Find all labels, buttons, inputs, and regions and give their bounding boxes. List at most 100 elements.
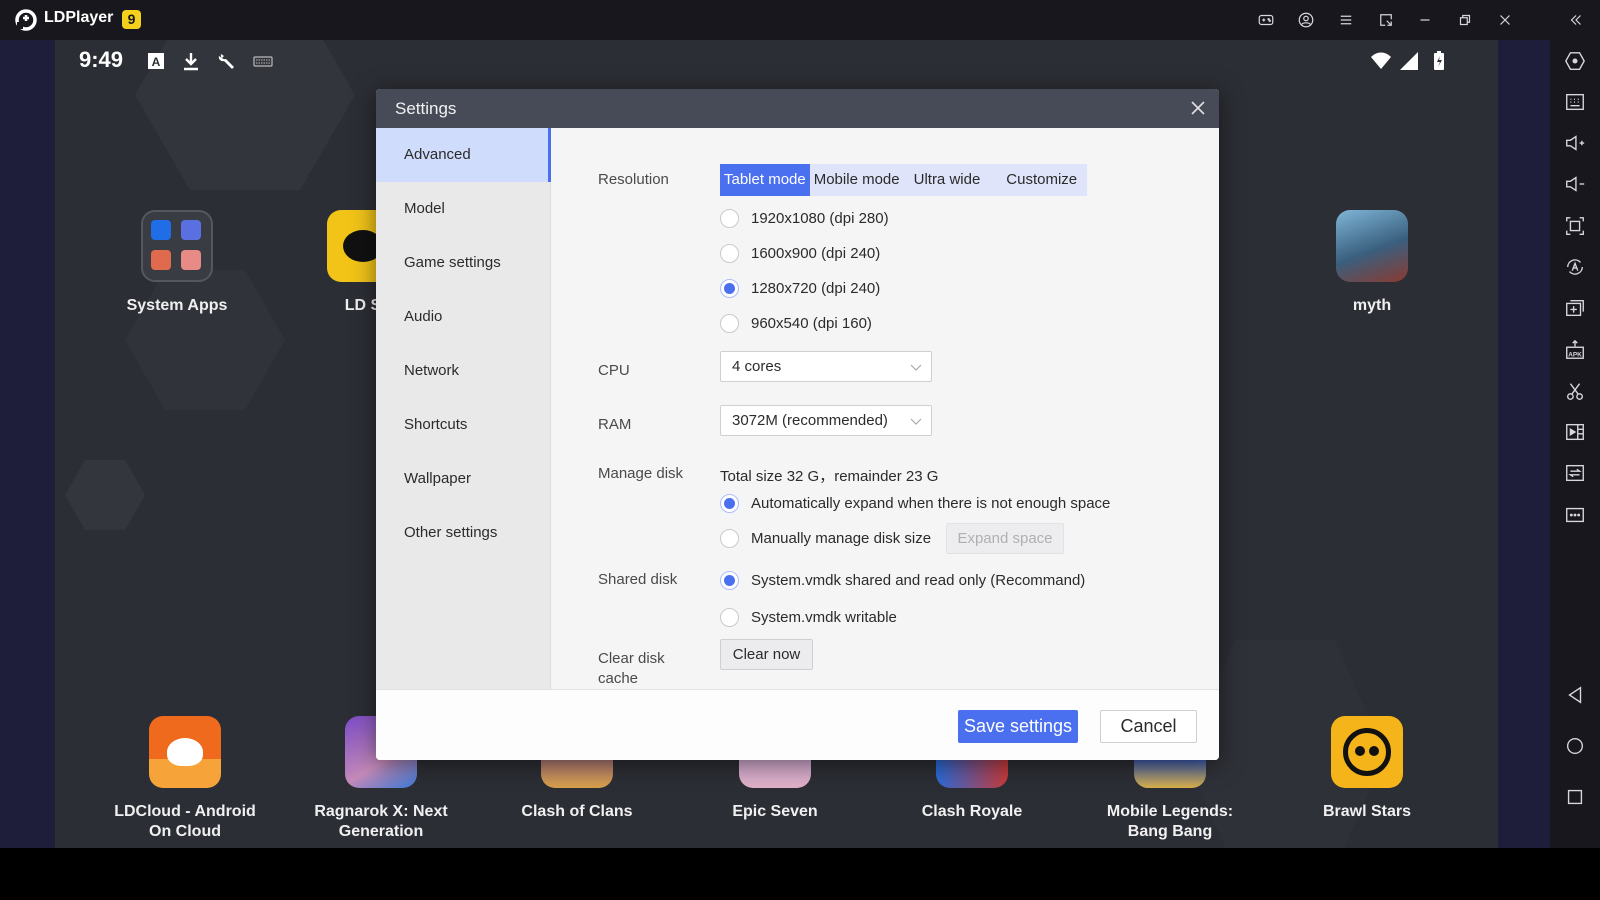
signal-icon (1398, 50, 1420, 72)
nav-item-wallpaper[interactable]: Wallpaper (376, 452, 551, 506)
menu-icon[interactable] (1334, 8, 1358, 32)
ram-select[interactable]: 3072M (recommended) (720, 405, 932, 436)
nav-item-audio[interactable]: Audio (376, 290, 551, 344)
resolution-option-1280x720[interactable]: 1280x720 (dpi 240) (720, 279, 880, 298)
brawl-stars-icon[interactable] (1331, 716, 1403, 788)
recents-icon[interactable] (1563, 785, 1587, 809)
ram-value: 3072M (recommended) (732, 412, 888, 429)
more-icon[interactable] (1563, 503, 1587, 527)
restore-icon[interactable] (1453, 8, 1477, 32)
nav-item-other-settings[interactable]: Other settings (376, 506, 551, 560)
disk-auto-expand-option[interactable]: Automatically expand when there is not e… (720, 494, 1110, 513)
status-time: 9:49 (79, 47, 124, 72)
resolution-label: Resolution (598, 171, 669, 188)
option-label: 960x540 (dpi 160) (751, 315, 872, 332)
tab-tablet-mode[interactable]: Tablet mode (720, 164, 810, 196)
app-ldcloud[interactable]: LDCloud - Android On Cloud (105, 716, 265, 842)
clear-now-button[interactable]: Clear now (720, 639, 813, 670)
home-icon[interactable] (1563, 734, 1587, 758)
radio-button[interactable] (720, 529, 739, 548)
settings-nav: Advanced Model Game settings Audio Netwo… (376, 128, 551, 689)
wallpaper-hex (135, 40, 355, 190)
myth-icon[interactable] (1336, 210, 1408, 282)
tab-mobile-mode[interactable]: Mobile mode (810, 164, 910, 196)
resolution-option-1920x1080[interactable]: 1920x1080 (dpi 280) (720, 209, 889, 228)
radio-button-checked[interactable] (720, 571, 739, 590)
bottom-bar (0, 848, 1600, 900)
dialog-footer: Save settings Cancel (376, 689, 1219, 760)
app-brawl-stars[interactable]: Brawl Stars (1287, 716, 1447, 822)
install-apk-icon[interactable]: APK (1563, 338, 1587, 362)
ram-label: RAM (598, 416, 632, 433)
app-label: Ragnarok X: Next Generation (314, 803, 448, 840)
expand-space-button[interactable]: Expand space (946, 523, 1064, 554)
tab-ultra-wide[interactable]: Ultra wide (910, 164, 1003, 196)
version-badge: 9 (122, 10, 141, 29)
font-a-icon: A (145, 50, 167, 72)
cancel-button[interactable]: Cancel (1100, 710, 1197, 743)
option-label: 1280x720 (dpi 240) (751, 280, 881, 297)
gamepad-icon[interactable] (1254, 8, 1278, 32)
radio-button-checked[interactable] (720, 279, 739, 298)
radio-button-checked[interactable] (720, 494, 739, 513)
app-name: LDPlayer (44, 9, 114, 26)
auto-rotate-icon[interactable] (1563, 255, 1587, 279)
keyboard-icon (252, 50, 274, 72)
app-label: myth (1352, 297, 1392, 314)
multi-instance-add-icon[interactable] (1563, 296, 1587, 320)
svg-text:APK: APK (1568, 351, 1582, 358)
resolution-option-960x540[interactable]: 960x540 (dpi 160) (720, 314, 872, 333)
wifi-icon (1370, 50, 1392, 72)
app-label: Epic Seven (732, 803, 818, 820)
app-system-apps[interactable]: System Apps (97, 210, 257, 316)
cpu-select[interactable]: 4 cores (720, 351, 932, 382)
fullscreen-icon[interactable] (1563, 214, 1587, 238)
option-label: System.vmdk shared and read only (Recomm… (751, 572, 1086, 589)
screen-rotate-icon[interactable] (1374, 8, 1398, 32)
shared-writable-option[interactable]: System.vmdk writable (720, 608, 897, 627)
shared-readonly-option[interactable]: System.vmdk shared and read only (Recomm… (720, 571, 1085, 590)
radio-button[interactable] (720, 608, 739, 627)
radio-button[interactable] (720, 244, 739, 263)
account-icon[interactable] (1294, 8, 1318, 32)
nav-item-model[interactable]: Model (376, 182, 551, 236)
svg-text:A: A (152, 55, 161, 69)
ldcloud-icon[interactable] (149, 716, 221, 788)
scissors-icon[interactable] (1563, 379, 1587, 403)
cpu-value: 4 cores (732, 358, 782, 375)
title-bar: LDPlayer 9 (0, 0, 1600, 40)
save-settings-button[interactable]: Save settings (958, 710, 1078, 743)
collapse-sidebar-icon[interactable] (1564, 8, 1588, 32)
keyboard-mapping-icon[interactable] (1563, 90, 1587, 114)
app-label: Mobile Legends: Bang Bang (1106, 803, 1234, 840)
volume-up-icon[interactable] (1563, 131, 1587, 155)
settings-content: Resolution Tablet mode Mobile mode Ultra… (552, 128, 1219, 689)
option-label: System.vmdk writable (751, 609, 897, 626)
back-icon[interactable] (1563, 683, 1587, 707)
disk-manual-option[interactable]: Manually manage disk size (720, 529, 931, 548)
nav-item-shortcuts[interactable]: Shortcuts (376, 398, 551, 452)
clear-cache-label: Clear disk (598, 650, 665, 667)
radio-button[interactable] (720, 314, 739, 333)
app-label: Clash Royale (921, 803, 1023, 820)
record-video-icon[interactable] (1563, 420, 1587, 444)
app-myth[interactable]: myth (1292, 210, 1452, 316)
system-apps-folder-icon[interactable] (141, 210, 213, 282)
clear-cache-label-2: cache (598, 670, 639, 687)
volume-down-icon[interactable] (1563, 172, 1587, 196)
app-label: Brawl Stars (1322, 803, 1412, 820)
chevron-down-icon (910, 418, 922, 425)
nav-item-game-settings[interactable]: Game settings (376, 236, 551, 290)
battery-charging-icon (1428, 50, 1450, 72)
dialog-close-icon[interactable] (1187, 97, 1209, 119)
resolution-option-1600x900[interactable]: 1600x900 (dpi 240) (720, 244, 880, 263)
dialog-title: Settings (395, 99, 457, 118)
close-icon[interactable] (1493, 8, 1517, 32)
tab-customize[interactable]: Customize (1002, 164, 1087, 196)
nav-item-advanced[interactable]: Advanced (376, 128, 551, 182)
radio-button[interactable] (720, 209, 739, 228)
settings-hex-icon[interactable] (1563, 49, 1587, 73)
nav-item-network[interactable]: Network (376, 344, 551, 398)
minimize-icon[interactable] (1413, 8, 1437, 32)
sync-icon[interactable] (1563, 461, 1587, 485)
